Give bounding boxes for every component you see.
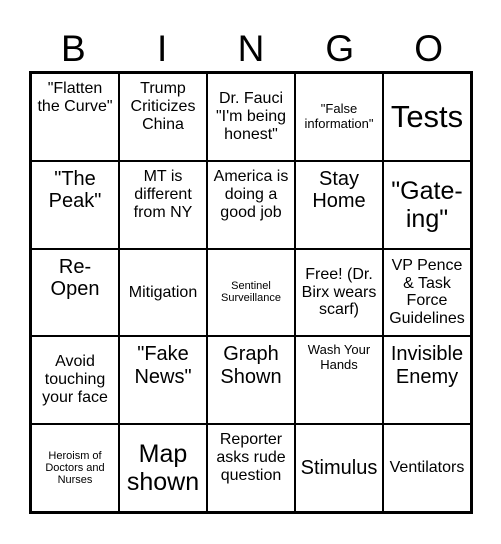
cell-text: Mitigation xyxy=(128,283,198,301)
bingo-cell[interactable]: Trump Criticizes China xyxy=(119,73,207,161)
cell-text: Tests xyxy=(390,98,464,134)
bingo-cell[interactable]: Stimulus xyxy=(295,424,383,512)
bingo-cell[interactable]: Graph Shown xyxy=(207,336,295,425)
cell-text: Graph Shown xyxy=(220,343,282,388)
bingo-cell[interactable]: Tests xyxy=(383,73,471,161)
cell-text: America is doing a good job xyxy=(213,167,289,221)
free-space-cell[interactable]: Free! (Dr. Birx wears scarf) xyxy=(295,248,383,337)
cell-text: Trump Criticizes China xyxy=(130,80,196,133)
bingo-cell[interactable]: VP Pence & Task Force Guidelines xyxy=(383,248,471,337)
bingo-cell[interactable]: Heroism of Doctors and Nurses xyxy=(31,424,119,512)
bingo-cell[interactable]: Dr. Fauci "I'm being honest" xyxy=(207,73,295,161)
bingo-cell[interactable]: "Fake News" xyxy=(119,336,207,425)
bingo-cell[interactable]: America is doing a good job xyxy=(207,160,295,249)
bingo-cell[interactable]: Stay Home xyxy=(295,160,383,249)
cell-text: Reporter asks rude question xyxy=(216,431,286,484)
cell-text: Invisible Enemy xyxy=(390,343,464,388)
bingo-cell[interactable]: Ventilators xyxy=(383,424,471,512)
header-letter-n: N xyxy=(237,28,265,69)
bingo-cell[interactable]: MT is different from NY xyxy=(119,160,207,249)
bingo-cell[interactable]: "Gate-ing" xyxy=(383,160,471,249)
cell-text: "Flatten the Curve" xyxy=(37,80,113,115)
bingo-cell[interactable]: Wash Your Hands xyxy=(295,336,383,425)
bingo-header: B I N G O xyxy=(29,26,473,71)
bingo-cell[interactable]: Map shown xyxy=(119,424,207,512)
bingo-cell[interactable]: "Flatten the Curve" xyxy=(31,73,119,161)
cell-text: Heroism of Doctors and Nurses xyxy=(45,449,105,487)
cell-text: Sentinel Surveillance xyxy=(221,280,281,305)
bingo-cell[interactable]: Reporter asks rude question xyxy=(207,424,295,512)
cell-text: "Gate-ing" xyxy=(391,176,463,233)
header-letter-g: G xyxy=(325,28,355,69)
cell-text: Map shown xyxy=(126,440,200,497)
cell-text: "False information" xyxy=(304,101,374,131)
cell-text: "The Peak" xyxy=(48,167,102,213)
cell-text: Ventilators xyxy=(389,459,465,477)
cell-text: Dr. Fauci "I'm being honest" xyxy=(215,90,287,143)
bingo-cell[interactable]: Mitigation xyxy=(119,248,207,337)
header-letter-b: B xyxy=(61,28,86,69)
cell-text: Stay Home xyxy=(312,167,366,213)
header-letter-i: I xyxy=(157,28,168,69)
bingo-cell[interactable]: Avoid touching your face xyxy=(31,336,119,425)
cell-text: Stimulus xyxy=(300,456,378,479)
bingo-cell[interactable]: Invisible Enemy xyxy=(383,336,471,425)
bingo-card-grid: "Flatten the Curve" Trump Criticizes Chi… xyxy=(29,71,473,514)
cell-text: Wash Your Hands xyxy=(307,342,371,372)
bingo-cell[interactable]: Sentinel Surveillance xyxy=(207,248,295,337)
header-letter-o: O xyxy=(414,28,443,69)
cell-text: Avoid touching your face xyxy=(42,353,108,407)
cell-text: MT is different from NY xyxy=(133,167,193,221)
bingo-cell[interactable]: Re-Open xyxy=(31,248,119,337)
cell-text: Re-Open xyxy=(50,255,100,300)
cell-text: Free! (Dr. Birx wears scarf) xyxy=(301,265,377,319)
bingo-cell[interactable]: "The Peak" xyxy=(31,160,119,249)
cell-text: VP Pence & Task Force Guidelines xyxy=(389,256,465,328)
bingo-cell[interactable]: "False information" xyxy=(295,73,383,161)
cell-text: "Fake News" xyxy=(134,343,192,388)
